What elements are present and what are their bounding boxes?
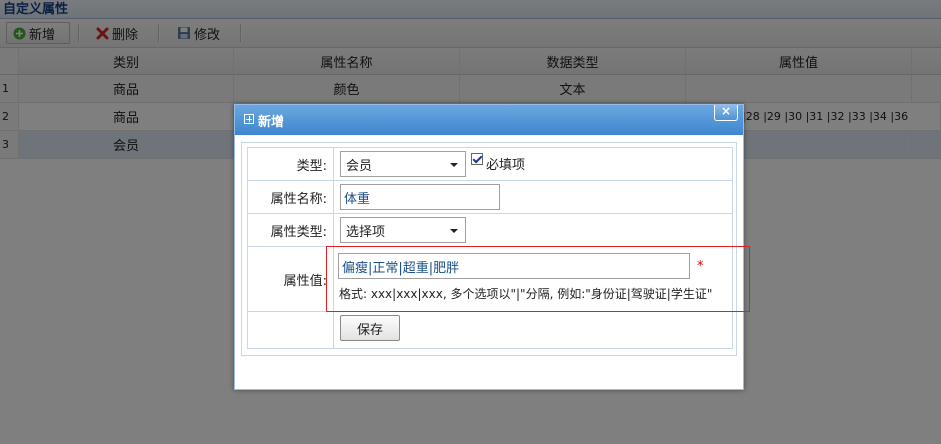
close-button[interactable]: × bbox=[714, 105, 738, 121]
type-select[interactable]: 会员 bbox=[340, 151, 466, 177]
dialog-title: 新增 bbox=[258, 115, 285, 130]
datatype-select[interactable]: 选择项 bbox=[340, 217, 466, 243]
form-row-actions: 保存 bbox=[248, 312, 732, 348]
form-row-name: 属性名称: 体重 bbox=[248, 181, 732, 214]
value-label: 属性值: bbox=[248, 247, 334, 311]
actions-cell: 保存 bbox=[335, 312, 732, 348]
close-icon: × bbox=[720, 104, 732, 118]
highlight-box bbox=[326, 246, 750, 312]
dialog-header: 新增 × bbox=[235, 105, 743, 135]
required-label: 必填项 bbox=[486, 158, 526, 173]
actions-label bbox=[248, 312, 334, 348]
name-label: 属性名称: bbox=[248, 181, 334, 213]
form-row-datatype: 属性类型: 选择项 bbox=[248, 214, 732, 247]
chevron-down-icon bbox=[450, 229, 458, 233]
form-row-type: 类型: 会员 必填项 bbox=[248, 148, 732, 181]
type-select-value: 会员 bbox=[346, 158, 373, 174]
name-input[interactable]: 体重 bbox=[340, 184, 500, 210]
type-value-cell: 会员 必填项 bbox=[335, 148, 732, 180]
datatype-select-value: 选择项 bbox=[346, 224, 386, 240]
type-label: 类型: bbox=[248, 148, 334, 180]
datatype-value-cell: 选择项 bbox=[335, 214, 732, 246]
chevron-down-icon bbox=[450, 163, 458, 167]
save-button[interactable]: 保存 bbox=[340, 315, 400, 341]
window-icon bbox=[244, 114, 254, 124]
name-value-cell: 体重 bbox=[335, 181, 732, 213]
datatype-label: 属性类型: bbox=[248, 214, 334, 246]
required-checkbox[interactable] bbox=[471, 153, 483, 165]
